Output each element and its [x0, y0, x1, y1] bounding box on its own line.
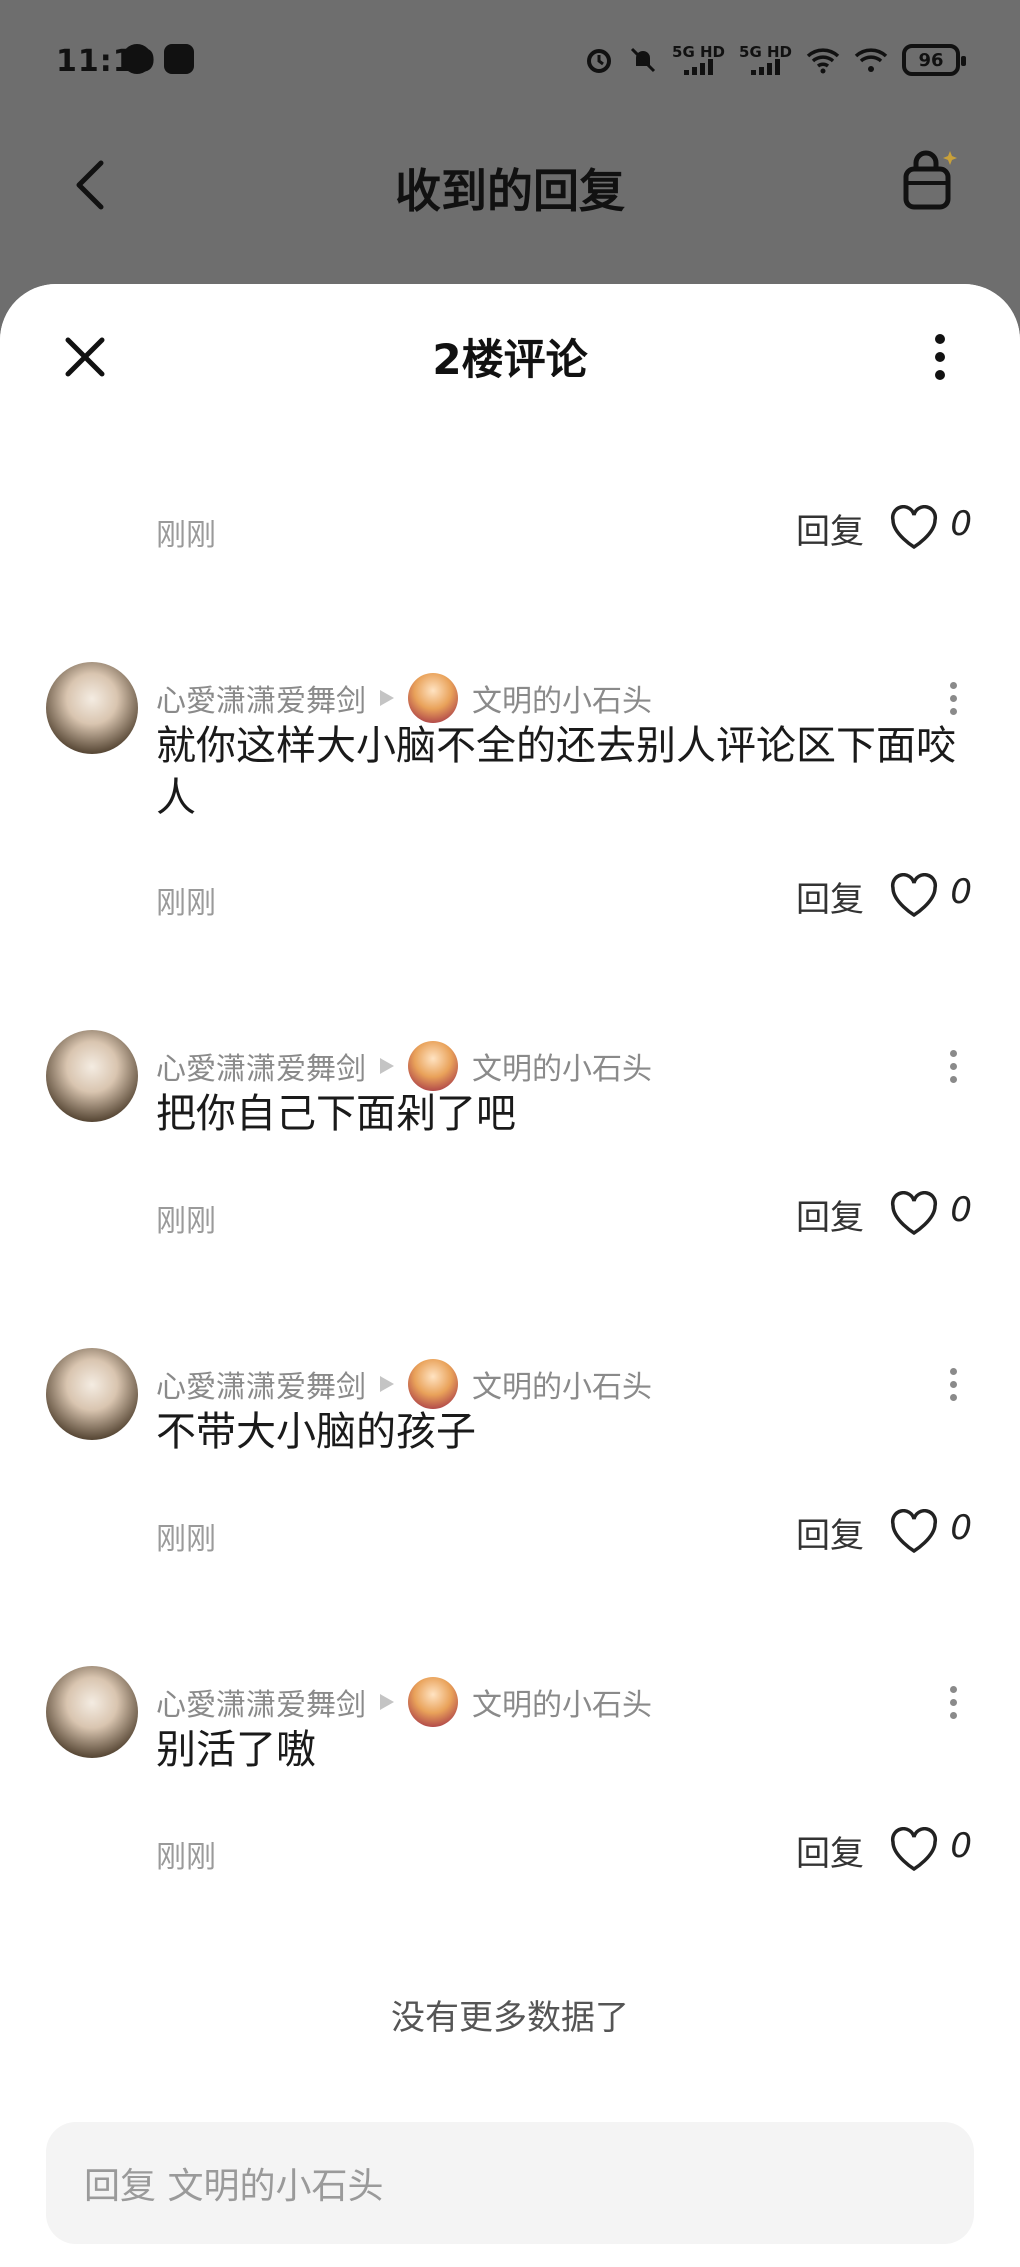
- shopping-bag-icon: [903, 150, 957, 210]
- reply-target[interactable]: 文明的小石头: [472, 676, 652, 720]
- comment-meta: 心愛潇潇爱舞剑 文明的小石头: [156, 672, 652, 724]
- reply-button[interactable]: 回复: [796, 504, 864, 553]
- reply-button[interactable]: 回复: [796, 1508, 864, 1557]
- comment-author[interactable]: 心愛潇潇爱舞剑: [156, 1362, 366, 1406]
- comment-action-row: 刚刚 回复 0: [0, 1820, 1020, 1880]
- comment-text: 就你这样大小脑不全的还去别人评论区下面咬人: [156, 723, 956, 821]
- like-button[interactable]: [886, 1506, 942, 1558]
- comment-more-button[interactable]: [938, 1362, 968, 1406]
- target-avatar[interactable]: [408, 673, 458, 723]
- no-more-data-text: 没有更多数据了: [391, 1998, 629, 2038]
- status-left-icons: [122, 44, 194, 74]
- shopping-bag-button[interactable]: [890, 135, 970, 225]
- app-header: 收到的回复: [0, 125, 1020, 285]
- avatar[interactable]: [46, 1030, 138, 1122]
- heart-icon: [890, 1509, 938, 1554]
- battery-level: 96: [918, 49, 944, 71]
- comment-time: 刚刚: [156, 1522, 216, 1557]
- like-button[interactable]: [886, 502, 942, 554]
- wifi-icon: [806, 48, 840, 74]
- avatar[interactable]: [46, 1348, 138, 1440]
- wifi-secondary-icon: [854, 48, 888, 72]
- alarm-icon: [587, 49, 612, 73]
- sheet-header: 2楼评论: [0, 284, 1020, 424]
- comment-time: 刚刚: [156, 518, 216, 553]
- reply-button[interactable]: 回复: [796, 1190, 864, 1239]
- comment-author[interactable]: 心愛潇潇爱舞剑: [156, 676, 366, 720]
- heart-icon: [890, 1191, 938, 1236]
- target-avatar[interactable]: [408, 1677, 458, 1727]
- comment-text: 不带大小脑的孩子: [156, 1409, 476, 1455]
- comment-more-button[interactable]: [938, 1044, 968, 1088]
- like-button[interactable]: [886, 1824, 942, 1876]
- status-bar: 11:19 5G HD 5G HD 96: [0, 0, 1020, 125]
- target-avatar[interactable]: [408, 1041, 458, 1091]
- reply-button[interactable]: 回复: [796, 872, 864, 921]
- wechat-icon: [122, 44, 152, 74]
- reply-target[interactable]: 文明的小石头: [472, 1362, 652, 1406]
- like-count: 0: [950, 1826, 972, 1866]
- app-notification-icon: [164, 44, 194, 74]
- comment-author[interactable]: 心愛潇潇爱舞剑: [156, 1044, 366, 1088]
- comment-sheet: 2楼评论 刚刚 回复 0 心愛潇潇爱舞剑 文明的小石头 就你这样大小脑不全的还去…: [0, 284, 1020, 2267]
- target-avatar[interactable]: [408, 1359, 458, 1409]
- status-right-icons: 5G HD 5G HD 96: [584, 44, 966, 76]
- comment-time: 刚刚: [156, 1840, 216, 1875]
- comment-meta: 心愛潇潇爱舞剑 文明的小石头: [156, 1040, 652, 1092]
- reply-input-placeholder: 回复 文明的小石头: [84, 2166, 384, 2207]
- comment-meta: 心愛潇潇爱舞剑 文明的小石头: [156, 1676, 652, 1728]
- comment-meta: 心愛潇潇爱舞剑 文明的小石头: [156, 1358, 652, 1410]
- avatar[interactable]: [46, 662, 138, 754]
- signal-2: 5G HD: [739, 45, 792, 75]
- like-count: 0: [950, 504, 972, 544]
- like-count: 0: [950, 872, 972, 912]
- reply-target[interactable]: 文明的小石头: [472, 1680, 652, 1724]
- like-count: 0: [950, 1190, 972, 1230]
- comment-text: 别活了嗷: [156, 1727, 316, 1773]
- comment-action-row: 刚刚 回复 0: [0, 866, 1020, 926]
- like-count: 0: [950, 1508, 972, 1548]
- network-type-2: 5G HD: [739, 43, 792, 61]
- reply-to-arrow-icon: [380, 1694, 394, 1710]
- comment-time: 刚刚: [156, 886, 216, 921]
- reply-to-arrow-icon: [380, 1058, 394, 1074]
- network-type-1: 5G HD: [672, 43, 726, 61]
- reply-target[interactable]: 文明的小石头: [472, 1044, 652, 1088]
- mute-bell-icon: [630, 47, 656, 73]
- avatar[interactable]: [46, 1666, 138, 1758]
- like-button[interactable]: [886, 870, 942, 922]
- page-title: 收到的回复: [395, 164, 625, 218]
- reply-to-arrow-icon: [380, 1376, 394, 1392]
- signal-1: 5G HD: [672, 45, 725, 75]
- like-button[interactable]: [886, 1188, 942, 1240]
- comment-text: 把你自己下面剁了吧: [156, 1091, 516, 1137]
- reply-button[interactable]: 回复: [796, 1826, 864, 1875]
- comment-more-button[interactable]: [938, 1680, 968, 1724]
- reply-input[interactable]: 回复 文明的小石头: [46, 2122, 974, 2244]
- heart-icon: [890, 873, 938, 918]
- comment-time: 刚刚: [156, 1204, 216, 1239]
- heart-icon: [890, 505, 938, 550]
- comment-more-button[interactable]: [938, 676, 968, 720]
- comment-action-row: 刚刚 回复 0: [0, 1502, 1020, 1562]
- sheet-more-button[interactable]: [920, 324, 960, 390]
- comment-action-row: 刚刚 回复 0: [0, 1184, 1020, 1244]
- reply-to-arrow-icon: [380, 690, 394, 706]
- battery-indicator: 96: [902, 44, 966, 76]
- comment-action-row: 刚刚 回复 0: [0, 498, 1020, 558]
- comment-author[interactable]: 心愛潇潇爱舞剑: [156, 1680, 366, 1724]
- sheet-title: 2楼评论: [432, 335, 588, 384]
- heart-icon: [890, 1827, 938, 1872]
